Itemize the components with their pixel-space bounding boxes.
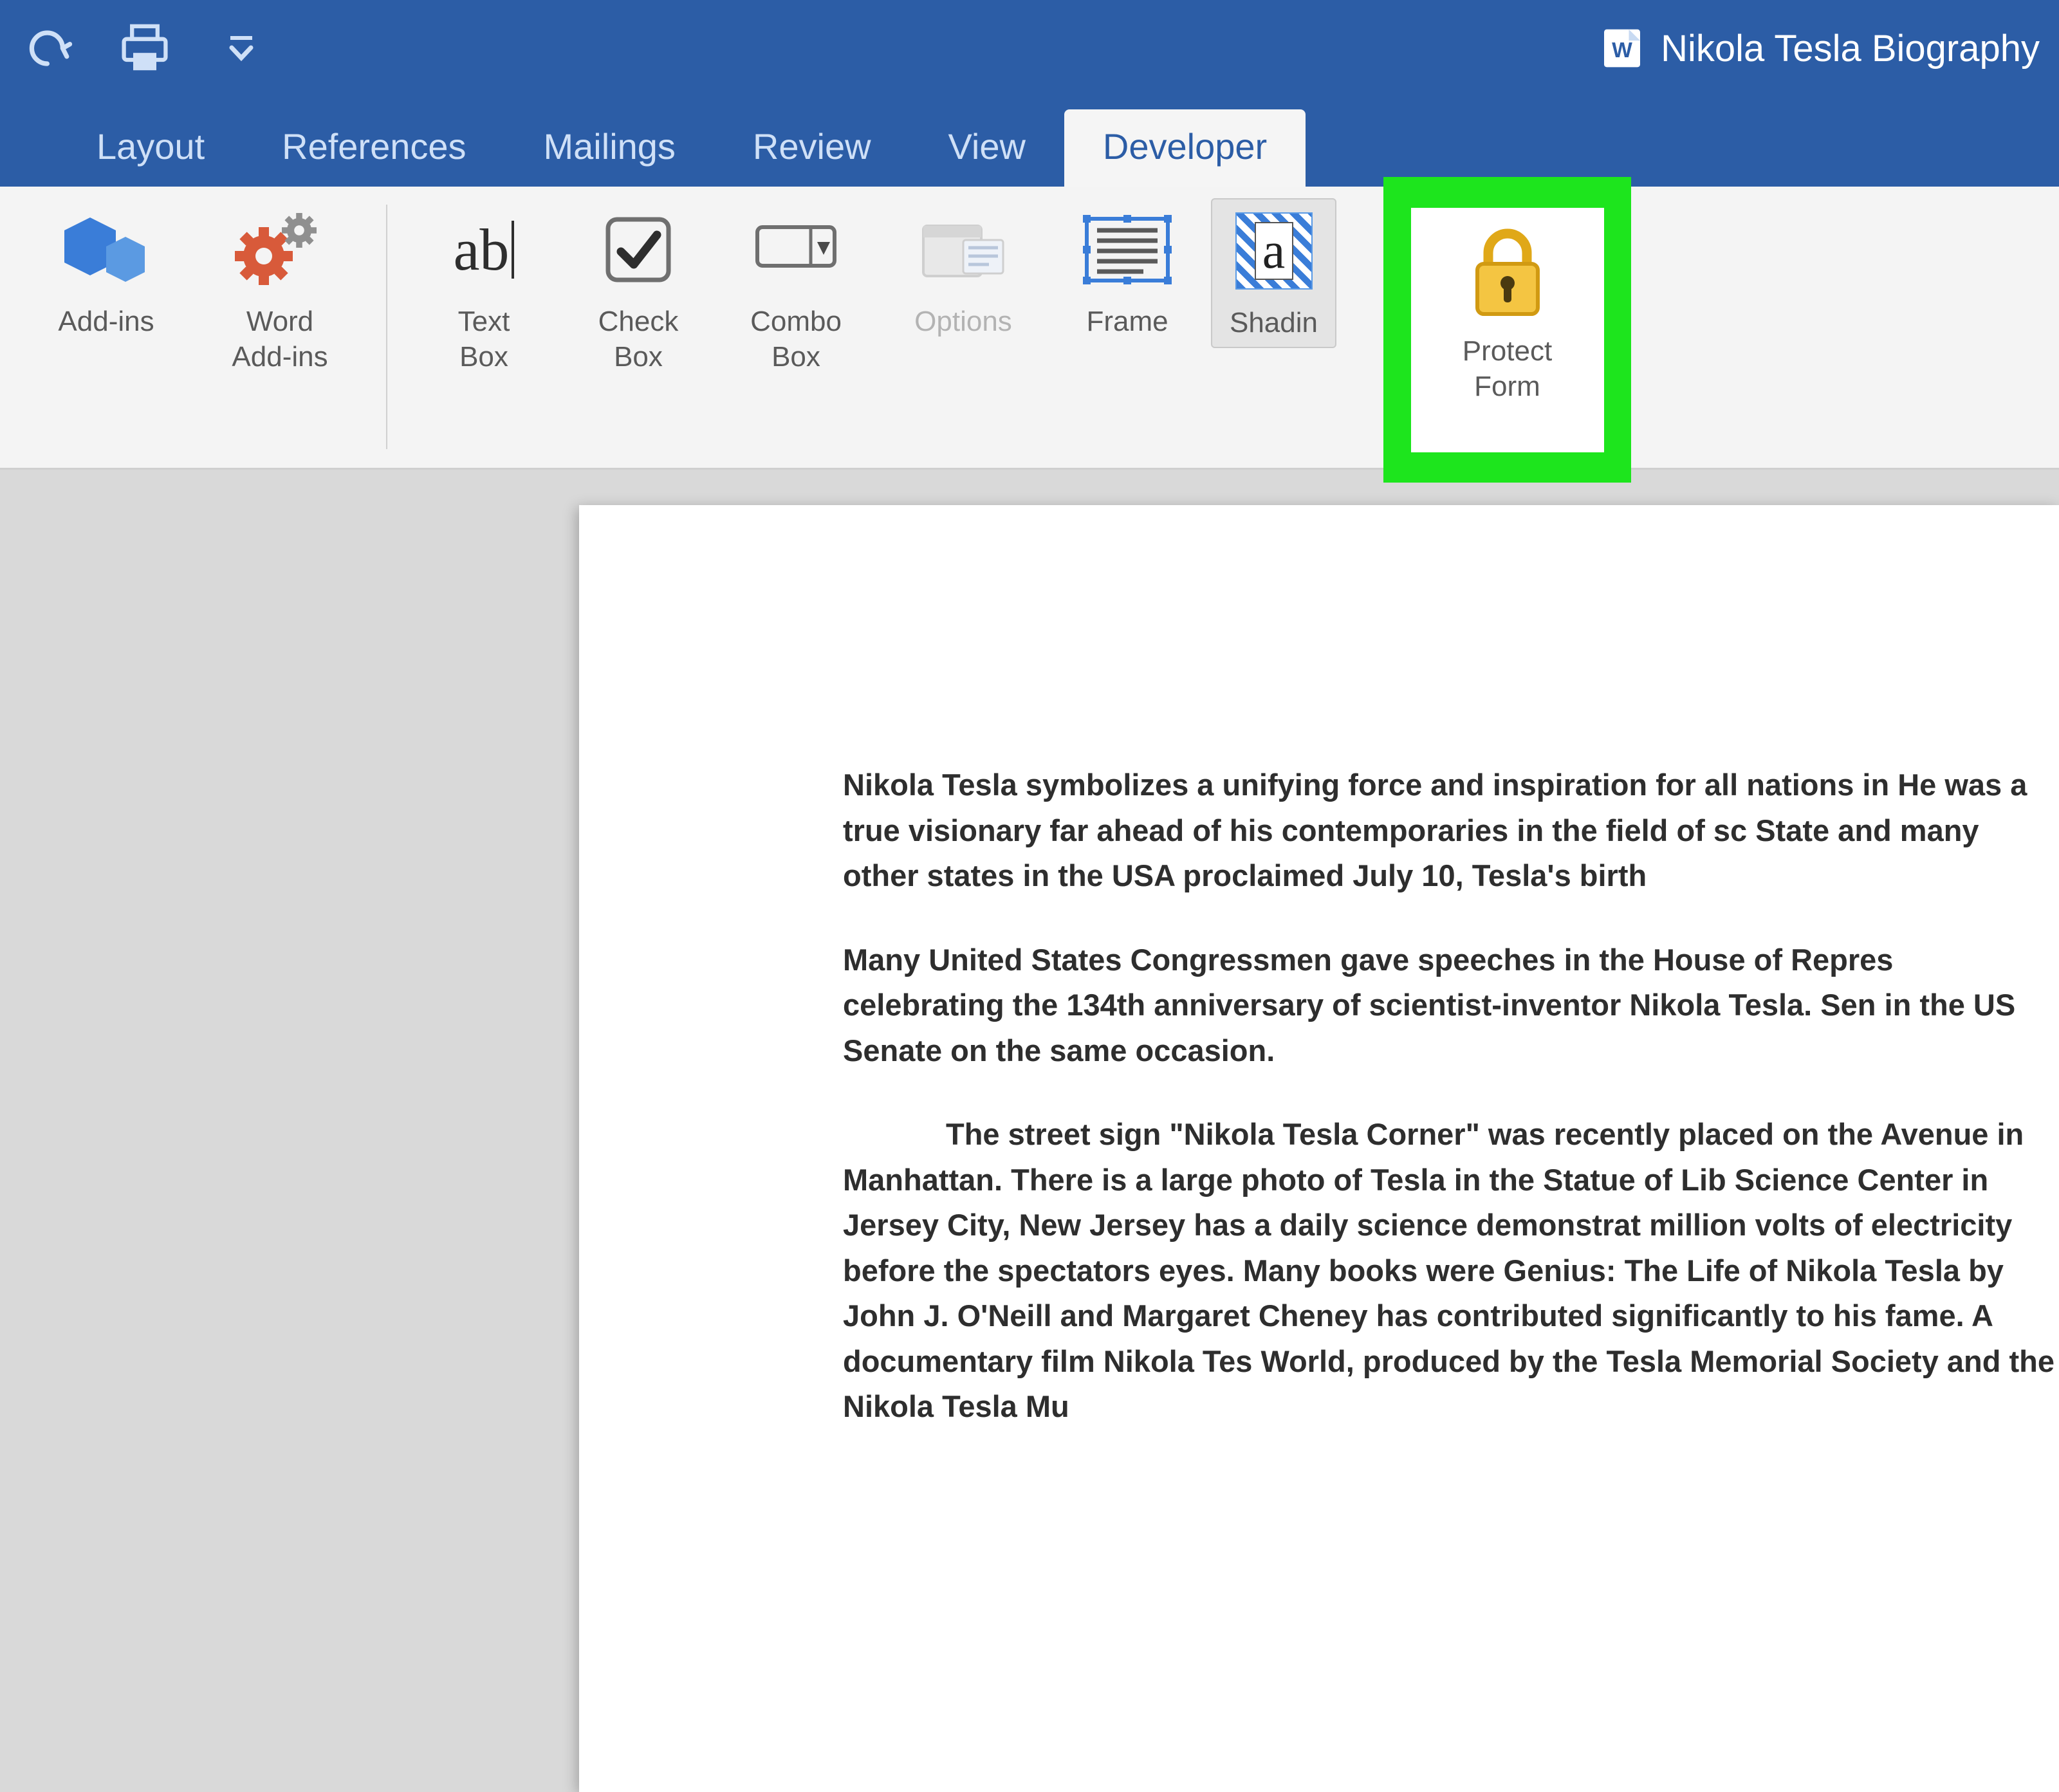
frame-label: Frame	[1086, 304, 1168, 339]
check-box-button[interactable]: Check Box	[568, 198, 709, 381]
ribbon-separator	[386, 205, 387, 449]
title-bar: W Nikola Tesla Biography	[0, 0, 2059, 97]
print-button[interactable]	[116, 19, 174, 77]
undo-button[interactable]	[19, 19, 77, 77]
document-page[interactable]: Nikola Tesla symbolizes a unifying force…	[579, 505, 2059, 1792]
addins-label: Add-ins	[58, 304, 154, 339]
options-label: Options	[914, 304, 1012, 339]
shading-icon: a	[1226, 206, 1322, 296]
check-box-label: Check Box	[598, 304, 679, 374]
check-box-icon	[590, 205, 687, 295]
protect-form-label: Protect Form	[1463, 333, 1552, 404]
shading-button[interactable]: a Shadin	[1211, 198, 1336, 348]
tab-references[interactable]: References	[243, 109, 504, 187]
options-button[interactable]: Options	[883, 198, 1044, 346]
tab-developer[interactable]: Developer	[1064, 109, 1306, 187]
word-addins-button[interactable]: Word Add-ins	[199, 198, 360, 381]
addins-button[interactable]: Add-ins	[26, 198, 187, 346]
chevron-down-icon	[225, 32, 257, 64]
ribbon-group-controls: ab Text Box Check Box Combo Box	[407, 198, 1343, 381]
options-icon	[915, 205, 1011, 295]
addins-icon	[58, 205, 154, 295]
ribbon: Add-ins Word Add-ins	[0, 187, 2059, 470]
gear-icon	[232, 205, 328, 295]
svg-text:W: W	[1612, 39, 1632, 62]
print-icon	[116, 19, 174, 77]
word-file-icon: W	[1600, 26, 1645, 71]
word-addins-label: Word Add-ins	[232, 304, 328, 374]
ribbon-group-addins: Add-ins Word Add-ins	[19, 198, 367, 381]
customize-qat-button[interactable]	[212, 19, 270, 77]
document-area: Nikola Tesla symbolizes a unifying force…	[0, 470, 2059, 1544]
document-title: Nikola Tesla Biography	[1661, 27, 2040, 70]
tab-view[interactable]: View	[910, 109, 1064, 187]
title-bar-right: W Nikola Tesla Biography	[1600, 26, 2040, 71]
tab-mailings[interactable]: Mailings	[505, 109, 714, 187]
shading-label: Shadin	[1230, 305, 1318, 340]
paragraph-3[interactable]: The street sign "Nikola Tesla Corner" wa…	[843, 1112, 2059, 1430]
highlight-annotation: Protect Form	[1383, 177, 1631, 483]
paragraph-2[interactable]: Many United States Congressmen gave spee…	[843, 938, 2059, 1074]
frame-button[interactable]: Frame	[1057, 198, 1198, 346]
text-box-label: Text Box	[458, 304, 510, 374]
text-box-icon: ab	[436, 205, 532, 295]
paragraph-1[interactable]: Nikola Tesla symbolizes a unifying force…	[843, 762, 2059, 899]
ribbon-tabs: Layout References Mailings Review View D…	[0, 97, 2059, 187]
protect-form-button[interactable]: Protect Form	[1411, 208, 1604, 452]
combo-box-button[interactable]: Combo Box	[722, 198, 870, 381]
combo-box-icon	[748, 205, 844, 295]
lock-icon	[1459, 224, 1556, 320]
tab-review[interactable]: Review	[714, 109, 910, 187]
combo-box-label: Combo Box	[750, 304, 842, 374]
frame-icon	[1079, 205, 1176, 295]
undo-icon	[23, 23, 74, 74]
quick-access-toolbar	[19, 19, 270, 77]
text-box-button[interactable]: ab Text Box	[413, 198, 555, 381]
tab-layout[interactable]: Layout	[58, 109, 243, 187]
